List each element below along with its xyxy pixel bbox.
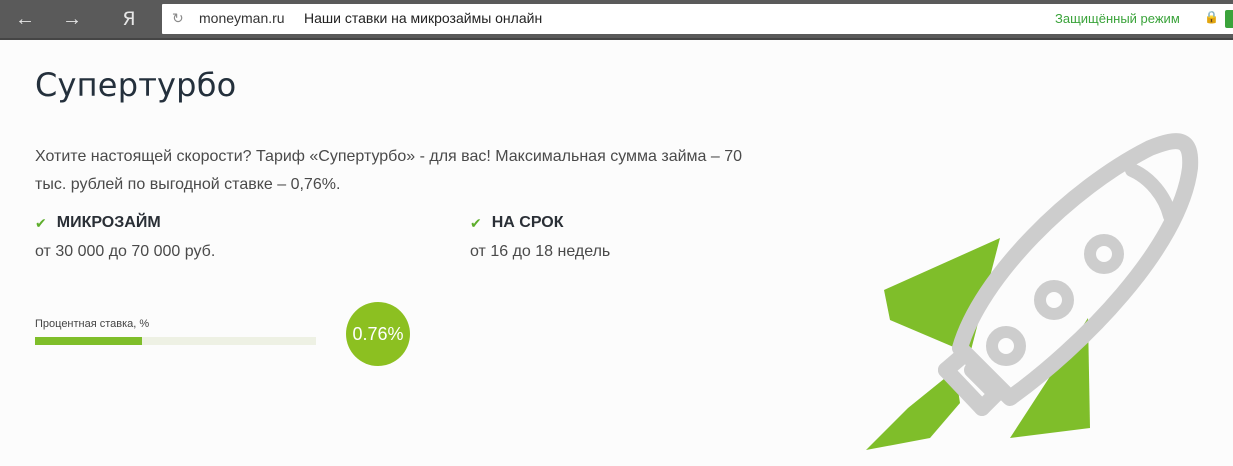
rate-progress-fill	[35, 337, 142, 345]
address-domain: moneyman.ru	[199, 10, 285, 26]
page-title: Супертурбо	[35, 66, 237, 104]
browser-toolbar: ← → Я ↻ moneyman.ru Наши ставки на микро…	[0, 0, 1233, 40]
yandex-logo-icon[interactable]: Я	[104, 0, 154, 38]
feature-title: НА СРОК	[491, 214, 564, 231]
check-icon: ✔	[470, 214, 482, 231]
secure-mode-label[interactable]: Защищённый режим	[1055, 11, 1180, 26]
tariff-description: Хотите настоящей скорости? Тариф «Суперт…	[35, 148, 743, 193]
rate-badge: 0.76%	[346, 302, 410, 366]
back-arrow-icon[interactable]: ←	[0, 0, 50, 38]
check-icon: ✔	[35, 214, 47, 231]
address-bar[interactable]: ↻ moneyman.ru Наши ставки на микрозаймы …	[162, 4, 1233, 34]
rate-label: Процентная ставка, %	[35, 318, 150, 330]
page-content: Супертурбо Хотите настоящей скорости? Та…	[0, 40, 1233, 466]
feature-term: ✔ НА СРОК от 16 до 18 недель	[470, 214, 610, 261]
rocket-icon	[866, 133, 1199, 450]
address-page-title: Наши ставки на микрозаймы онлайн	[304, 10, 543, 26]
protect-badge-icon[interactable]	[1225, 10, 1233, 28]
rate-progress-bar	[35, 337, 316, 345]
lock-icon: 🔒	[1204, 10, 1219, 24]
feature-title: МИКРОЗАЙМ	[56, 214, 161, 231]
forward-arrow-icon[interactable]: →	[47, 0, 97, 38]
reload-icon[interactable]: ↻	[172, 10, 184, 27]
rocket-flame	[866, 370, 960, 450]
feature-value: от 16 до 18 недель	[470, 243, 611, 260]
feature-microloan: ✔ МИКРОЗАЙМ от 30 000 до 70 000 руб.	[35, 214, 215, 261]
feature-value: от 30 000 до 70 000 руб.	[35, 243, 216, 260]
